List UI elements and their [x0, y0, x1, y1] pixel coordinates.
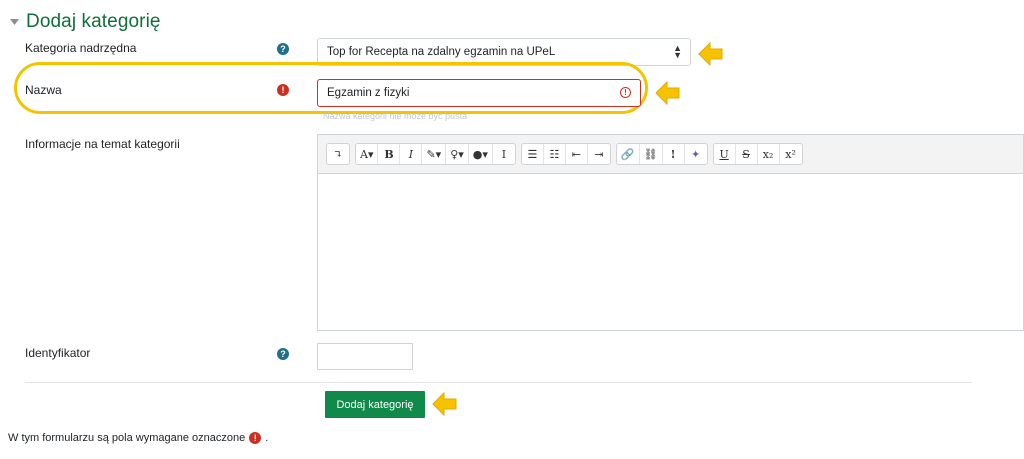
- strikethrough-button[interactable]: S: [736, 144, 758, 164]
- clear-format-button[interactable]: I: [493, 144, 515, 164]
- unlink-button[interactable]: ⛓: [640, 144, 663, 164]
- background-color-button[interactable]: ●▾: [469, 144, 493, 164]
- identifier-label: Identyfikator: [25, 346, 91, 360]
- toolbar-group: 🔗 ⛓ ! ✦: [615, 143, 708, 165]
- footer-note: W tym formularzu są pola wymagane oznacz…: [8, 432, 268, 444]
- numbered-list-button[interactable]: ☷: [544, 144, 566, 164]
- name-input-value: Egzamin z fizyki: [327, 87, 410, 99]
- parent-category-label: Kategoria nadrzędna: [25, 41, 137, 55]
- indent-button[interactable]: ⇥: [588, 144, 610, 164]
- pointer-arrow-icon: [432, 391, 457, 417]
- font-color-button[interactable]: ✎▾: [422, 144, 447, 164]
- highlight-button[interactable]: ♀▾: [446, 144, 469, 164]
- name-label: Nazwa: [25, 83, 62, 97]
- exclamation-circle-icon: !: [277, 84, 289, 96]
- description-editor[interactable]: ↴ A▾ B I ✎▾ ♀▾ ●▾ I ☰ ☷ ⇤ ⇥ 🔗 ⛓ ! ✦ U S …: [317, 134, 1024, 331]
- footer-note-text: W tym formularzu są pola wymagane oznacz…: [8, 432, 246, 444]
- italic-button[interactable]: I: [400, 144, 423, 164]
- toolbar-group: A▾ B I ✎▾ ♀▾ ●▾ I: [355, 143, 516, 165]
- link-button[interactable]: 🔗: [617, 144, 640, 164]
- parent-category-value: Top for Recepta na zdalny egzamin na UPe…: [327, 46, 556, 58]
- section-title: Dodaj kategorię: [26, 11, 161, 32]
- pointer-arrow-icon: [655, 80, 680, 106]
- teams-button[interactable]: ✦: [685, 144, 707, 164]
- emoji-button[interactable]: !: [663, 144, 685, 164]
- input-error-icon: !: [620, 87, 631, 98]
- bold-button[interactable]: B: [378, 144, 401, 164]
- divider: [25, 382, 972, 383]
- select-caret-icon: ▲ ▼: [673, 43, 682, 60]
- expand-toolbar-button[interactable]: ↴: [327, 144, 349, 164]
- name-input[interactable]: Egzamin z fizyki !: [317, 79, 641, 107]
- toolbar-group: ↴: [326, 143, 350, 165]
- footer-note-suffix: .: [265, 432, 269, 444]
- font-size-button[interactable]: A▾: [356, 144, 379, 164]
- description-label: Informacje na temat kategorii: [25, 137, 180, 151]
- identifier-input[interactable]: [317, 343, 413, 370]
- exclamation-circle-icon: !: [249, 432, 262, 444]
- question-circle-icon[interactable]: ?: [277, 348, 289, 360]
- bullet-list-button[interactable]: ☰: [522, 144, 544, 164]
- toolbar-group: U S x₂ x²: [712, 143, 803, 165]
- submit-button[interactable]: Dodaj kategorię: [325, 391, 425, 418]
- subscript-button[interactable]: x₂: [758, 144, 780, 164]
- underline-button[interactable]: U: [714, 144, 736, 164]
- toolbar-group: ☰ ☷ ⇤ ⇥: [520, 143, 611, 165]
- chevron-down-icon[interactable]: [8, 16, 20, 28]
- section-header[interactable]: Dodaj kategorię: [8, 8, 161, 36]
- name-error-text: Nazwa kategorii nie może być pusta: [323, 111, 468, 121]
- pointer-arrow-icon: [698, 41, 723, 67]
- question-circle-icon[interactable]: ?: [277, 43, 289, 55]
- outdent-button[interactable]: ⇤: [566, 144, 588, 164]
- editor-toolbar: ↴ A▾ B I ✎▾ ♀▾ ●▾ I ☰ ☷ ⇤ ⇥ 🔗 ⛓ ! ✦ U S …: [318, 135, 1023, 174]
- superscript-button[interactable]: x²: [780, 144, 802, 164]
